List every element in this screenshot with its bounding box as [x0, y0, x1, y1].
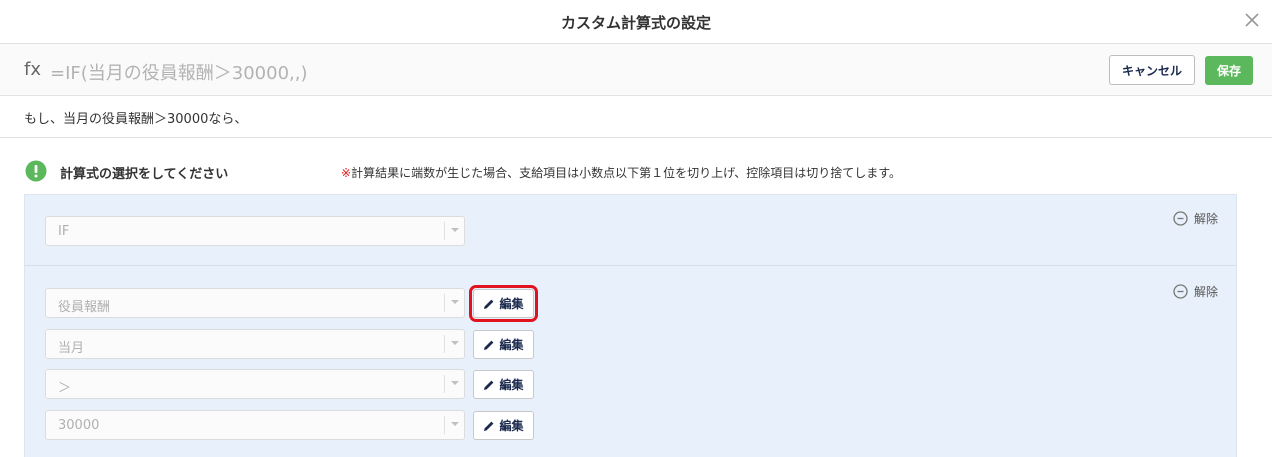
edit-label: 編集	[499, 419, 524, 433]
edit-button[interactable]: 編集	[473, 411, 534, 440]
chevron-down-icon	[444, 222, 464, 240]
close-icon[interactable]	[1240, 8, 1264, 32]
dialog-title: カスタム計算式の設定	[560, 14, 711, 32]
remove-button[interactable]: 解除	[1173, 210, 1218, 227]
pencil-icon	[484, 340, 494, 350]
formula-description: もし、当月の役員報酬＞30000なら、	[24, 112, 248, 127]
fx-label: fx	[24, 59, 41, 80]
dialog-header: カスタム計算式の設定	[0, 0, 1272, 44]
section-title: 計算式の選択をしてください	[60, 167, 229, 182]
divider	[0, 137, 1272, 138]
select-value: IF	[58, 224, 70, 239]
minus-circle-icon	[1173, 284, 1188, 299]
select-value: 役員報酬	[58, 300, 111, 315]
item-select[interactable]: 役員報酬	[45, 288, 465, 318]
value-select[interactable]: 30000	[45, 410, 465, 440]
formula-text: =IF(当月の役員報酬＞30000,,)	[50, 63, 308, 84]
rounding-note: ※計算結果に端数が生じた場合、支給項目は小数点以下第１位を切り上げ、控除項目は切…	[341, 164, 901, 181]
pencil-icon	[484, 299, 494, 309]
pencil-icon	[484, 421, 494, 431]
remove-label: 解除	[1194, 285, 1219, 299]
remove-label: 解除	[1194, 212, 1219, 226]
edit-label: 編集	[499, 297, 524, 311]
edit-label: 編集	[499, 338, 524, 352]
chevron-down-icon	[444, 335, 464, 353]
edit-button[interactable]: 編集	[473, 370, 534, 399]
formula-bar: fx =IF(当月の役員報酬＞30000,,) キャンセル 保存	[0, 44, 1272, 96]
edit-button[interactable]: 編集	[473, 330, 534, 359]
edit-button[interactable]: 編集	[469, 285, 538, 322]
select-value: ＞	[58, 381, 72, 396]
period-select[interactable]: 当月	[45, 329, 465, 359]
cancel-button[interactable]: キャンセル	[1109, 55, 1195, 85]
save-button[interactable]: 保存	[1205, 56, 1253, 85]
remove-button[interactable]: 解除	[1173, 283, 1218, 300]
chevron-down-icon	[444, 416, 464, 434]
exclamation-icon	[25, 160, 47, 182]
block-divider	[25, 265, 1236, 266]
pencil-icon	[484, 380, 494, 390]
select-value: 30000	[58, 418, 100, 433]
note-mark: ※	[341, 166, 352, 180]
chevron-down-icon	[444, 294, 464, 312]
chevron-down-icon	[444, 375, 464, 393]
operator-select[interactable]: ＞	[45, 369, 465, 399]
edit-label: 編集	[499, 378, 524, 392]
minus-circle-icon	[1173, 211, 1188, 226]
select-value: 当月	[58, 341, 85, 356]
function-select[interactable]: IF	[45, 216, 465, 246]
note-text: 計算結果に端数が生じた場合、支給項目は小数点以下第１位を切り上げ、控除項目は切り…	[351, 166, 902, 180]
